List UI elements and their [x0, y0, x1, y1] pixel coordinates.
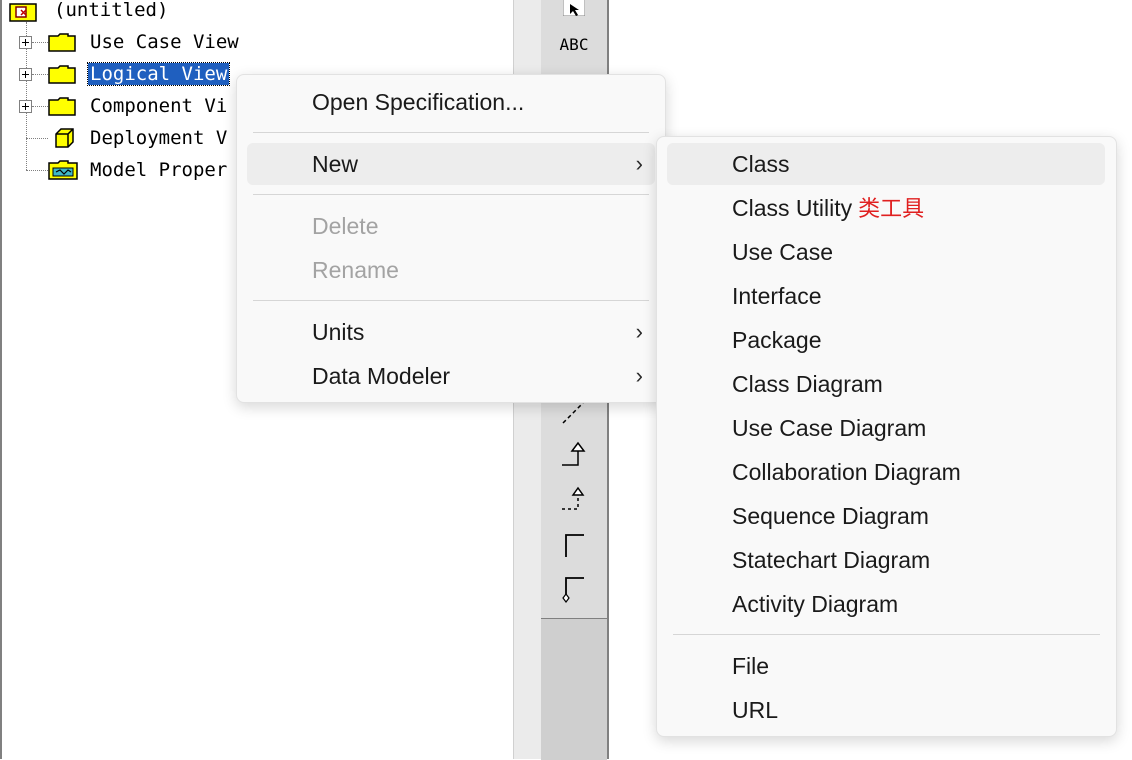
menu-item-label: Activity Diagram — [732, 591, 899, 617]
text-tool[interactable]: ABC — [551, 24, 597, 64]
menu-item-label: Class Diagram — [732, 371, 883, 397]
arrow-pointer-icon — [563, 0, 585, 16]
anchor-tool[interactable] — [551, 524, 597, 564]
menu-item-label: Use Case Diagram — [732, 415, 927, 441]
context-menu: Open Specification... New › Delete Renam… — [236, 74, 666, 403]
new-submenu: Class Class Utility 类工具 Use Case Interfac… — [656, 136, 1117, 737]
menu-item-label: Package — [732, 327, 822, 353]
generalization-tool[interactable] — [551, 434, 597, 474]
menu-item-label: Units — [312, 319, 365, 345]
tree-item-label: Use Case View — [90, 31, 239, 53]
chevron-right-icon: › — [635, 363, 643, 388]
expand-icon[interactable] — [19, 100, 32, 113]
generalization-icon — [562, 441, 586, 466]
menu-item-data-modeler[interactable]: Data Modeler › — [247, 355, 655, 397]
tree-item-label: Deployment V — [90, 127, 228, 149]
realization-icon — [562, 486, 585, 510]
tree-connector — [32, 106, 48, 107]
menu-item-url[interactable]: URL — [667, 689, 1105, 731]
tree-item-label: Model Proper — [90, 159, 228, 181]
tree-item-deployment-view[interactable]: Deployment V — [48, 124, 248, 152]
menu-item-new[interactable]: New › — [247, 143, 655, 185]
tree-connector — [26, 138, 48, 139]
menu-item-label: File — [732, 653, 770, 679]
menu-item-package[interactable]: Package — [667, 319, 1105, 361]
menu-separator — [673, 634, 1100, 635]
tree-item-component-view[interactable]: Component Vi — [48, 92, 248, 120]
model-icon — [9, 3, 37, 22]
tree-root-label: (untitled) — [54, 0, 169, 21]
menu-item-class-diagram[interactable]: Class Diagram — [667, 363, 1105, 405]
menu-item-label: Open Specification... — [312, 89, 525, 115]
tree-item-logical-view[interactable]: Logical View — [48, 60, 268, 88]
deployment-icon — [55, 128, 74, 148]
expand-icon[interactable] — [19, 36, 32, 49]
menu-item-use-case[interactable]: Use Case — [667, 231, 1105, 273]
menu-item-file[interactable]: File — [667, 645, 1105, 687]
menu-item-label: Delete — [312, 213, 379, 239]
folder-icon — [48, 97, 76, 116]
anchor-note-icon — [565, 534, 584, 557]
menu-item-label: Collaboration Diagram — [732, 459, 961, 485]
tree-root[interactable]: (untitled) — [8, 0, 208, 24]
folder-icon — [48, 33, 76, 52]
tree-item-use-case-view[interactable]: Use Case View — [48, 28, 268, 56]
tree-connector — [26, 170, 48, 171]
menu-separator — [253, 194, 649, 195]
menu-item-label-wrap: Class Utility 类工具 — [732, 187, 924, 230]
menu-item-label: URL — [732, 697, 779, 723]
menu-item-collaboration-diagram[interactable]: Collaboration Diagram — [667, 451, 1105, 493]
association-tool[interactable] — [551, 566, 597, 606]
tree-connector — [32, 42, 48, 43]
realization-tool[interactable] — [551, 478, 597, 518]
chevron-right-icon: › — [635, 319, 643, 344]
menu-item-label: Use Case — [732, 239, 833, 265]
menu-item-class-utility[interactable]: Class Utility 类工具 — [667, 187, 1105, 229]
menu-separator — [253, 132, 649, 133]
menu-item-label: New — [312, 151, 359, 177]
menu-item-class[interactable]: Class — [667, 143, 1105, 185]
menu-item-label: Sequence Diagram — [732, 503, 929, 529]
menu-separator — [253, 300, 649, 301]
menu-item-label: Interface — [732, 283, 822, 309]
menu-item-activity-diagram[interactable]: Activity Diagram — [667, 583, 1105, 625]
expand-icon[interactable] — [19, 68, 32, 81]
association-icon — [562, 577, 584, 603]
tree-connector — [32, 74, 48, 75]
menu-item-label: Class — [732, 151, 790, 177]
menu-item-rename[interactable]: Rename — [247, 249, 655, 291]
annotation-text: 类工具 — [858, 196, 925, 221]
properties-icon — [48, 160, 78, 180]
folder-icon — [48, 65, 76, 84]
menu-item-statechart-diagram[interactable]: Statechart Diagram — [667, 539, 1105, 581]
selection-tool[interactable] — [551, 0, 597, 24]
text-tool-label: ABC — [559, 34, 589, 54]
menu-item-label: Statechart Diagram — [732, 547, 931, 573]
menu-item-use-case-diagram[interactable]: Use Case Diagram — [667, 407, 1105, 449]
menu-item-label: Rename — [312, 257, 399, 283]
tree-item-label: Component Vi — [90, 95, 228, 117]
menu-item-label: Class Utility — [732, 195, 853, 221]
menu-item-delete[interactable]: Delete — [247, 205, 655, 247]
chevron-right-icon: › — [635, 151, 643, 176]
menu-item-interface[interactable]: Interface — [667, 275, 1105, 317]
menu-item-open-specification[interactable]: Open Specification... — [247, 81, 655, 123]
menu-item-sequence-diagram[interactable]: Sequence Diagram — [667, 495, 1105, 537]
tree-item-label: Logical View — [86, 62, 231, 86]
toolbox-empty-area — [541, 618, 607, 760]
tree-item-model-properties[interactable]: Model Proper — [48, 156, 248, 184]
menu-item-units[interactable]: Units › — [247, 311, 655, 353]
menu-item-label: Data Modeler — [312, 363, 451, 389]
